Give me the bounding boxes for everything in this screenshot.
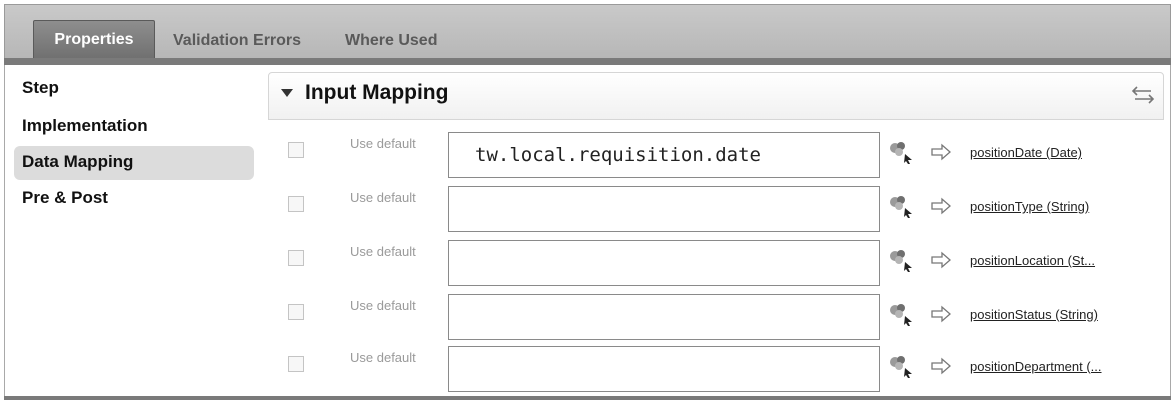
- variable-picker-icon[interactable]: [888, 194, 914, 218]
- mapping-row: Use default positionStatus (String): [268, 294, 1164, 346]
- use-default-label: Use default: [350, 244, 416, 259]
- use-default-label: Use default: [350, 136, 416, 151]
- mapping-row: Use default positionLocation (St...: [268, 240, 1164, 292]
- mapping-value-input[interactable]: tw.local.requisition.date: [448, 132, 880, 178]
- sidebar-item-implementation[interactable]: Implementation: [14, 110, 254, 144]
- map-arrow-icon: [931, 305, 951, 323]
- tab-where-used[interactable]: Where Used: [345, 23, 437, 59]
- sidebar-item-pre-post[interactable]: Pre & Post: [14, 182, 254, 216]
- target-variable-link[interactable]: positionLocation (St...: [970, 253, 1095, 268]
- mapping-value-input[interactable]: [448, 240, 880, 286]
- target-variable-link[interactable]: positionDepartment (...: [970, 359, 1102, 374]
- mapping-value-input[interactable]: [448, 346, 880, 392]
- tab-bar: Properties Validation Errors Where Used: [4, 4, 1171, 61]
- use-default-checkbox[interactable]: [288, 304, 304, 320]
- panel-bottom-border: [4, 396, 1171, 400]
- mapping-value-input[interactable]: [448, 294, 880, 340]
- use-default-checkbox[interactable]: [288, 250, 304, 266]
- properties-panel: Properties Validation Errors Where Used …: [0, 0, 1175, 402]
- target-variable-link[interactable]: positionDate (Date): [970, 145, 1082, 160]
- use-default-checkbox[interactable]: [288, 356, 304, 372]
- target-variable-link[interactable]: positionStatus (String): [970, 307, 1098, 322]
- tab-validation-errors[interactable]: Validation Errors: [173, 23, 301, 59]
- variable-picker-icon[interactable]: [888, 354, 914, 378]
- variable-picker-icon[interactable]: [888, 140, 914, 164]
- use-default-label: Use default: [350, 298, 416, 313]
- map-arrow-icon: [931, 357, 951, 375]
- use-default-checkbox[interactable]: [288, 142, 304, 158]
- collapse-arrow-icon[interactable]: [281, 89, 293, 97]
- swap-arrows-icon[interactable]: [1129, 81, 1157, 109]
- map-arrow-icon: [931, 251, 951, 269]
- section-title: Input Mapping: [305, 81, 449, 104]
- use-default-checkbox[interactable]: [288, 196, 304, 212]
- sidebar-item-data-mapping[interactable]: Data Mapping: [14, 146, 254, 180]
- target-variable-link[interactable]: positionType (String): [970, 199, 1089, 214]
- use-default-label: Use default: [350, 190, 416, 205]
- sidebar-item-step[interactable]: Step: [14, 72, 254, 106]
- map-arrow-icon: [931, 143, 951, 161]
- input-mapping-header[interactable]: Input Mapping: [268, 72, 1164, 120]
- mapping-row: Use default positionDepartment (...: [268, 346, 1164, 398]
- tab-underline: [4, 58, 1171, 65]
- mapping-row: Use default positionType (String): [268, 186, 1164, 238]
- mapping-row: Use default tw.local.requisition.date po…: [268, 132, 1164, 184]
- map-arrow-icon: [931, 197, 951, 215]
- variable-picker-icon[interactable]: [888, 302, 914, 326]
- tab-properties[interactable]: Properties: [33, 20, 155, 61]
- mapping-value-input[interactable]: [448, 186, 880, 232]
- use-default-label: Use default: [350, 350, 416, 365]
- variable-picker-icon[interactable]: [888, 248, 914, 272]
